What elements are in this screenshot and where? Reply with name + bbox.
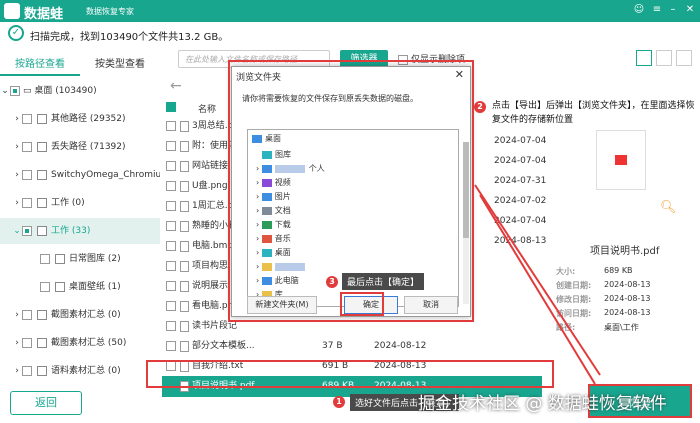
annotation-arrows	[474, 184, 601, 385]
watermark: 掘金技术社区 @ 数据蛙恢复软件	[418, 394, 667, 414]
annotation-arrow	[474, 184, 601, 376]
annotation-arrow	[479, 194, 596, 385]
